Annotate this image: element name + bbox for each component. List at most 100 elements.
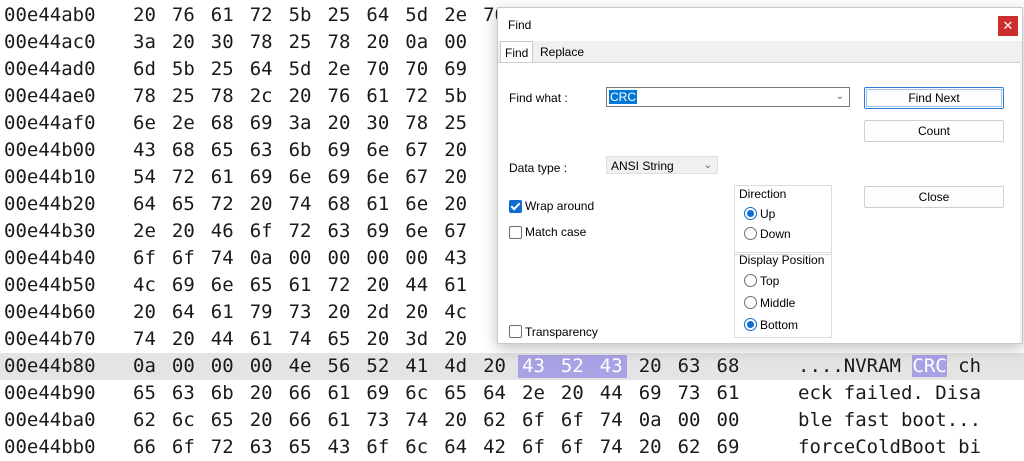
hex-byte[interactable]: 61 xyxy=(717,380,747,407)
ascii-text[interactable]: ble fast boot... xyxy=(798,407,981,434)
hex-byte[interactable]: 72 xyxy=(289,218,319,245)
hex-byte[interactable]: 66 xyxy=(289,380,319,407)
hex-byte[interactable]: 20 xyxy=(444,137,474,164)
close-button[interactable]: Close xyxy=(864,186,1004,208)
hex-byte[interactable]: 20 xyxy=(250,380,280,407)
transparency-label[interactable]: Transparency xyxy=(525,325,598,339)
hex-byte[interactable]: 69 xyxy=(639,380,669,407)
hex-byte[interactable]: 69 xyxy=(172,272,202,299)
hex-byte[interactable]: 6c xyxy=(405,434,435,461)
tab-find[interactable]: Find xyxy=(500,41,534,63)
hex-byte[interactable]: 00 xyxy=(328,245,358,272)
hex-byte[interactable]: 42 xyxy=(483,434,513,461)
hex-byte[interactable]: 20 xyxy=(444,326,474,353)
ascii-text[interactable]: forceColdBoot bi xyxy=(798,434,981,461)
data-type-select[interactable]: ANSI String ⌄ xyxy=(606,156,718,174)
hex-byte[interactable]: 62 xyxy=(678,434,708,461)
hex-byte[interactable]: 00 xyxy=(366,245,396,272)
position-middle-radio[interactable] xyxy=(744,296,757,309)
hex-row[interactable]: 00e44b80 0a 00 00 00 4e 56 52 41 4d 20 43 52 43 20 63 68… xyxy=(0,353,1024,380)
hex-byte[interactable]: 61 xyxy=(366,191,396,218)
hex-byte[interactable]: 5b xyxy=(444,83,474,110)
count-button[interactable]: Count xyxy=(864,120,1004,142)
hex-byte[interactable]: 61 xyxy=(211,164,241,191)
hex-byte[interactable]: 6e xyxy=(289,164,319,191)
hex-byte[interactable]: 67 xyxy=(444,218,474,245)
hex-byte[interactable]: 54 xyxy=(133,164,163,191)
hex-byte[interactable]: 6f xyxy=(172,245,202,272)
hex-byte[interactable]: 20 xyxy=(133,2,163,29)
hex-byte[interactable]: 68 xyxy=(172,137,202,164)
hex-byte[interactable]: 00 xyxy=(172,353,202,380)
hex-byte[interactable]: 25 xyxy=(211,56,241,83)
hex-byte[interactable]: 61 xyxy=(289,272,319,299)
hex-byte[interactable]: 68 xyxy=(717,353,747,380)
find-next-button[interactable]: Find Next xyxy=(864,87,1004,109)
hex-byte[interactable]: 3a xyxy=(133,29,163,56)
match-case-label[interactable]: Match case xyxy=(525,225,586,239)
hex-byte[interactable]: 44 xyxy=(405,272,435,299)
hex-byte[interactable]: 76 xyxy=(172,2,202,29)
hex-byte[interactable]: 61 xyxy=(444,272,474,299)
chevron-down-icon[interactable]: ⌄ xyxy=(836,88,844,106)
hex-byte[interactable]: 00 xyxy=(289,245,319,272)
hex-byte[interactable]: 78 xyxy=(405,110,435,137)
hex-byte[interactable]: 4c xyxy=(133,272,163,299)
hex-byte[interactable]: 66 xyxy=(133,434,163,461)
hex-byte[interactable]: 63 xyxy=(328,218,358,245)
hex-byte[interactable]: 00 xyxy=(444,29,474,56)
hex-byte[interactable]: 64 xyxy=(483,380,513,407)
transparency-checkbox[interactable] xyxy=(509,325,522,338)
hex-byte[interactable]: 41 xyxy=(405,353,435,380)
hex-byte[interactable]: 6d xyxy=(133,56,163,83)
hex-byte[interactable]: 2d xyxy=(366,299,396,326)
hex-byte[interactable]: 78 xyxy=(211,83,241,110)
close-icon[interactable]: ✕ xyxy=(998,16,1018,36)
hex-byte[interactable]: 73 xyxy=(289,299,319,326)
hex-byte[interactable]: 72 xyxy=(211,434,241,461)
hex-byte[interactable]: 63 xyxy=(250,434,280,461)
hex-byte[interactable]: 62 xyxy=(133,407,163,434)
hex-byte[interactable]: 69 xyxy=(366,380,396,407)
find-what-combo[interactable]: CRC ⌄ xyxy=(606,87,850,107)
hex-byte[interactable]: 74 xyxy=(211,245,241,272)
hex-byte[interactable]: 67 xyxy=(405,164,435,191)
hex-byte[interactable]: 20 xyxy=(172,326,202,353)
hex-byte[interactable]: 64 xyxy=(250,56,280,83)
hex-byte[interactable]: 3d xyxy=(405,326,435,353)
hex-byte[interactable]: 25 xyxy=(172,83,202,110)
hex-byte[interactable]: 20 xyxy=(366,272,396,299)
hex-byte[interactable]: 78 xyxy=(133,83,163,110)
position-middle-label[interactable]: Middle xyxy=(760,296,795,310)
hex-byte[interactable]: 20 xyxy=(639,434,669,461)
hex-byte[interactable]: 69 xyxy=(250,110,280,137)
hex-byte[interactable]: 6f xyxy=(522,434,552,461)
hex-byte[interactable]: 6f xyxy=(133,245,163,272)
hex-byte[interactable]: 73 xyxy=(678,380,708,407)
hex-byte[interactable]: 20 xyxy=(366,326,396,353)
hex-byte[interactable]: 63 xyxy=(678,353,708,380)
hex-byte[interactable]: 20 xyxy=(250,191,280,218)
hex-byte[interactable]: 30 xyxy=(366,110,396,137)
hex-byte[interactable]: 69 xyxy=(366,218,396,245)
hex-byte[interactable]: 5b xyxy=(289,2,319,29)
hex-byte[interactable]: 00 xyxy=(405,245,435,272)
hex-byte[interactable]: 72 xyxy=(328,272,358,299)
hex-byte[interactable]: 43 xyxy=(444,245,474,272)
hex-byte[interactable]: 25 xyxy=(289,29,319,56)
hex-byte[interactable]: 65 xyxy=(444,380,474,407)
hex-byte[interactable]: 52 xyxy=(366,353,396,380)
hex-byte[interactable]: 61 xyxy=(250,326,280,353)
hex-byte[interactable]: 4c xyxy=(444,299,474,326)
hex-byte[interactable]: 63 xyxy=(172,380,202,407)
hex-byte[interactable]: 43 xyxy=(328,434,358,461)
hex-byte[interactable]: 25 xyxy=(444,110,474,137)
hex-byte[interactable]: 2e xyxy=(444,2,474,29)
hex-byte[interactable]: 74 xyxy=(289,191,319,218)
hex-byte[interactable]: 69 xyxy=(250,164,280,191)
hex-byte[interactable]: 72 xyxy=(405,83,435,110)
hex-byte[interactable]: 00 xyxy=(678,407,708,434)
chevron-down-icon[interactable]: ⌄ xyxy=(704,157,712,175)
direction-down-label[interactable]: Down xyxy=(760,227,791,241)
hex-byte[interactable]: 20 xyxy=(444,164,474,191)
